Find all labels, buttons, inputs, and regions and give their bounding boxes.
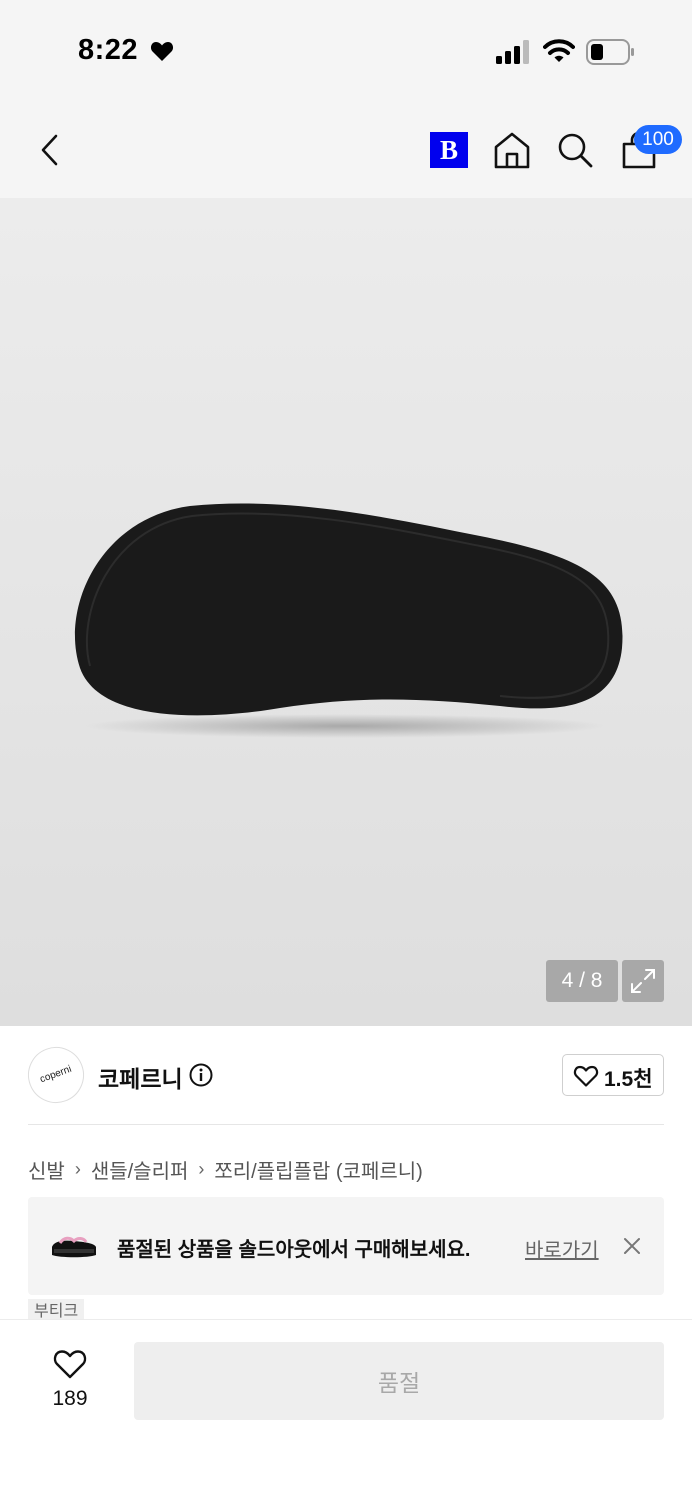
search-icon[interactable] xyxy=(556,130,594,170)
breadcrumb-item[interactable]: 샌들/슬리퍼 xyxy=(91,1155,189,1184)
brand-logo[interactable]: coperni xyxy=(20,1039,92,1111)
top-nav-bar: B xyxy=(0,100,692,198)
divider xyxy=(28,1124,664,1125)
product-like-count: 189 xyxy=(52,1387,88,1410)
breadcrumb: 신발 › 샌들/슬리퍼 › 쪼리/플립플랍 (코페르니) xyxy=(28,1155,423,1183)
brand-badge-button[interactable]: B xyxy=(430,132,468,168)
expand-icon xyxy=(631,969,655,993)
cart-count-badge: 100 xyxy=(634,125,682,154)
signal-icon xyxy=(496,40,529,64)
home-icon[interactable] xyxy=(493,130,531,170)
info-icon[interactable] xyxy=(189,1063,213,1087)
status-time: 8:22 xyxy=(78,34,139,66)
banner-text: 품절된 상품을 솔드아웃에서 구매해보세요. xyxy=(117,1239,471,1261)
heart-outline-icon[interactable] xyxy=(52,1348,88,1380)
breadcrumb-item[interactable]: 신발 xyxy=(28,1155,65,1184)
soldout-banner: 품절된 상품을 솔드아웃에서 구매해보세요. 바로가기 xyxy=(28,1197,664,1295)
chevron-right-icon: › xyxy=(74,1158,81,1179)
expand-button[interactable] xyxy=(622,960,664,1002)
brand-name[interactable]: 코페르니 xyxy=(98,1060,183,1094)
battery-icon xyxy=(586,39,634,65)
brand-like-button[interactable]: 1.5천 xyxy=(562,1054,664,1096)
bottom-action-bar: 189 품절 xyxy=(0,1319,692,1500)
banner-link[interactable]: 바로가기 xyxy=(525,1234,599,1263)
breadcrumb-item[interactable]: 쪼리/플립플랍 (코페르니) xyxy=(214,1155,422,1184)
chevron-right-icon: › xyxy=(198,1158,205,1179)
brand-like-count: 1.5천 xyxy=(604,1068,653,1091)
product-photo-sandal-sole xyxy=(74,503,623,738)
product-image-carousel[interactable]: 4 / 8 xyxy=(0,198,692,1026)
close-icon[interactable] xyxy=(622,1236,642,1256)
chevron-left-icon[interactable] xyxy=(34,130,66,170)
heart-icon xyxy=(150,42,174,61)
soldout-button[interactable]: 품절 xyxy=(134,1342,664,1420)
heart-outline-icon xyxy=(573,1065,599,1087)
image-counter: 4 / 8 xyxy=(546,960,618,1002)
status-bar: 8:22 xyxy=(0,0,692,100)
wifi-icon xyxy=(543,39,575,62)
product-thumbnail xyxy=(52,1236,96,1258)
